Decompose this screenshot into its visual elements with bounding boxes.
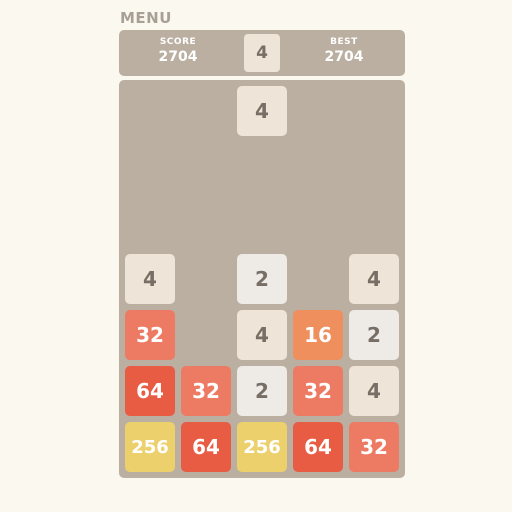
tile-r1-c5: 4 xyxy=(349,254,399,304)
falling-tile: 4 xyxy=(237,86,287,136)
score-bar: SCORE 2704 4 BEST 2704 xyxy=(119,30,405,76)
tile-r4-c3: 256 xyxy=(237,422,287,472)
tile-r2-c5: 2 xyxy=(349,310,399,360)
best-label: BEST xyxy=(330,37,358,47)
tile-r4-c5: 32 xyxy=(349,422,399,472)
tile-r4-c4: 64 xyxy=(293,422,343,472)
tile-r3-c3: 2 xyxy=(237,366,287,416)
best-panel: BEST 2704 xyxy=(299,36,389,66)
tile-r3-c1: 64 xyxy=(125,366,175,416)
tile-r4-c2: 64 xyxy=(181,422,231,472)
tile-r1-c1: 4 xyxy=(125,254,175,304)
tile-r2-c3: 4 xyxy=(237,310,287,360)
tile-r2-c4: 16 xyxy=(293,310,343,360)
tile-r3-c5: 4 xyxy=(349,366,399,416)
tile-r2-c1: 32 xyxy=(125,310,175,360)
menu-button[interactable]: MENU xyxy=(120,9,172,27)
score-panel: SCORE 2704 xyxy=(133,36,223,66)
score-value: 2704 xyxy=(158,49,198,65)
tile-r1-c3: 2 xyxy=(237,254,287,304)
tile-r3-c2: 32 xyxy=(181,366,231,416)
tile-r3-c4: 32 xyxy=(293,366,343,416)
tile-r4-c1: 256 xyxy=(125,422,175,472)
game-screen: MENU SCORE 2704 4 BEST 2704 4 4 2 4 32 4 16 2 64… xyxy=(0,0,512,512)
next-tile-preview: 4 xyxy=(244,34,280,72)
score-label: SCORE xyxy=(159,37,197,47)
game-board[interactable]: 4 4 2 4 32 4 16 2 64 32 2 32 4 256 64 256 64 32 xyxy=(119,80,405,478)
best-value: 2704 xyxy=(324,49,364,65)
